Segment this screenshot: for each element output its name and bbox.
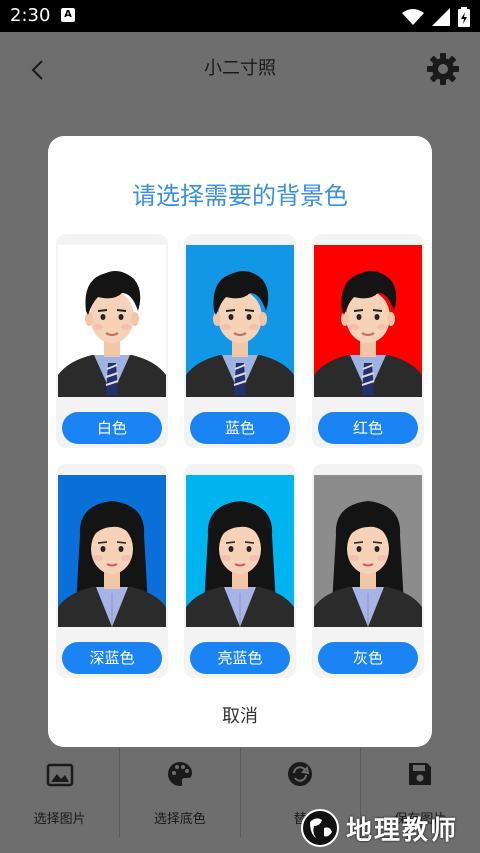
save-icon <box>409 763 432 785</box>
male-portrait-photo <box>186 245 294 397</box>
male-portrait-photo <box>314 245 422 397</box>
select-bgcolor-label: 选择底色 <box>153 812 206 827</box>
gear-icon[interactable] <box>426 52 460 86</box>
male-portrait-photo <box>58 245 166 397</box>
status-bar: 2:30 A <box>0 0 480 32</box>
color-option-card[interactable]: 红色 <box>312 234 424 448</box>
color-option-card[interactable]: 亮蓝色 <box>184 464 296 678</box>
blue-color-button[interactable]: 蓝色 <box>190 412 290 444</box>
notification-a-icon: A <box>61 8 75 22</box>
color-option-card[interactable]: 灰色 <box>312 464 424 678</box>
app-bar: 小二寸照 <box>0 32 480 102</box>
dialog-title: 请选择需要的背景色 <box>132 182 348 210</box>
watermark-text: 地理教师 <box>346 815 459 846</box>
select-image-label: 选择图片 <box>33 812 86 827</box>
dark-blue-color-button[interactable]: 深蓝色 <box>62 642 162 674</box>
page-title: 小二寸照 <box>204 58 276 79</box>
replace-icon <box>288 762 313 786</box>
color-option-card[interactable]: 深蓝色 <box>56 464 168 678</box>
light-blue-color-button[interactable]: 亮蓝色 <box>190 642 290 674</box>
watermark: 地理教师 <box>300 808 458 848</box>
white-color-button[interactable]: 白色 <box>62 412 162 444</box>
female-portrait-photo <box>58 475 166 627</box>
color-option-card[interactable]: 蓝色 <box>184 234 296 448</box>
status-time: 2:30 <box>10 5 51 26</box>
cancel-button[interactable]: 取消 <box>48 702 432 728</box>
battery-icon <box>458 7 470 27</box>
background-color-dialog: 请选择需要的背景色 白色 蓝色 红色 深蓝色 亮蓝色 灰色 取消 <box>48 136 432 747</box>
color-option-card[interactable]: 白色 <box>56 234 168 448</box>
signal-icon <box>432 8 450 26</box>
select-image-button[interactable]: 选择图片 <box>0 748 121 838</box>
gray-color-button[interactable]: 灰色 <box>318 642 418 674</box>
red-color-button[interactable]: 红色 <box>318 412 418 444</box>
female-portrait-photo <box>314 475 422 627</box>
globe-logo-icon <box>301 809 339 847</box>
select-bgcolor-button[interactable]: 选择底色 <box>120 748 241 838</box>
image-icon <box>46 763 73 787</box>
status-icons <box>402 7 470 27</box>
wifi-icon <box>402 9 424 25</box>
palette-icon <box>167 762 192 786</box>
female-portrait-photo <box>186 475 294 627</box>
